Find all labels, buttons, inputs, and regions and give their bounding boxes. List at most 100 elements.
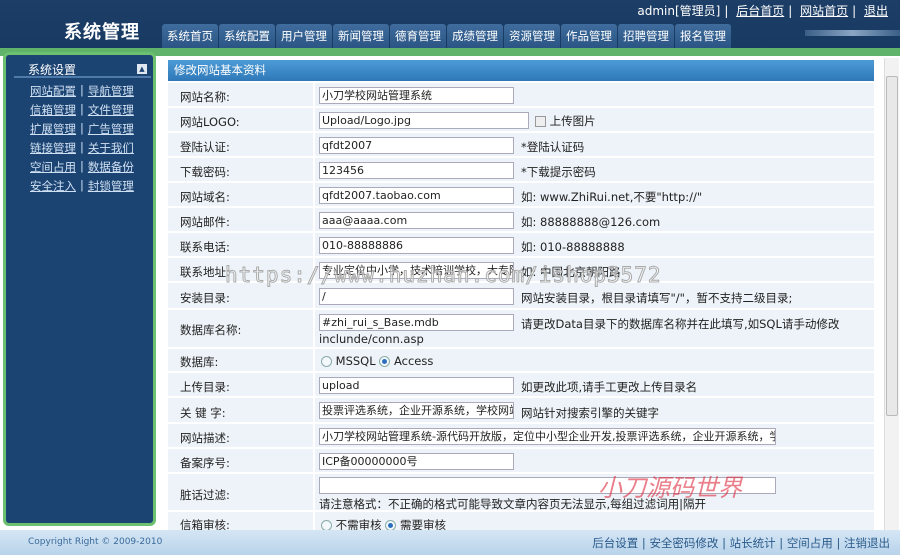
sidebar-item-about[interactable]: 关于我们 <box>88 140 134 156</box>
email-input[interactable]: aaa@aaaa.com <box>319 212 514 229</box>
logout-link[interactable]: 退出 <box>864 4 888 18</box>
sidebar-item-links[interactable]: 链接管理 <box>30 140 76 156</box>
label: 信箱审核: <box>180 518 230 530</box>
hint: 如: 010-88888888 <box>521 240 625 254</box>
sidebar-row: 链接管理 | 关于我们 <box>30 140 134 156</box>
description-input[interactable]: 小刀学校网站管理系统-源代码开放版，定位中小型企业开发,投票评选系统，企业开源系… <box>319 428 776 445</box>
form-row-filter: 脏话过滤: 请注意格式：不正确的格式可能导致文章内容页无法显示,每组过滤词用|隔… <box>168 474 874 512</box>
sidebar-row: 安全注入 | 封锁管理 <box>30 178 134 194</box>
sidebar-item-backup[interactable]: 数据备份 <box>88 159 134 175</box>
footer-logout-link[interactable]: 注销退出 <box>844 536 890 550</box>
collapse-icon[interactable]: ▲ <box>137 64 147 74</box>
sidebar-item-nav[interactable]: 导航管理 <box>88 83 134 99</box>
radio-label: MSSQL <box>335 354 376 368</box>
form-row-keywords: 关 键 字: 投票评选系统，企业开源系统，学校网站系统网站针对搜索引擎的关键字 <box>168 398 874 424</box>
sidebar-item-mailbox[interactable]: 信箱管理 <box>30 102 76 118</box>
form-row-icp: 备案序号: ICP备00000000号 <box>168 449 874 474</box>
sidebar-row: 网站配置 | 导航管理 <box>30 83 134 99</box>
no-audit-radio[interactable] <box>321 520 332 530</box>
sidebar-item-ads[interactable]: 广告管理 <box>88 121 134 137</box>
label: 备案序号: <box>180 456 230 470</box>
tab-grades[interactable]: 成绩管理 <box>447 24 503 48</box>
form-row-db-name: 数据库名称: #zhi_rui_s_Base.mdb 请更改Data目录下的数据库… <box>168 310 874 349</box>
sidebar-item-space[interactable]: 空间占用 <box>30 159 76 175</box>
login-code-input[interactable]: qfdt2007 <box>319 137 514 154</box>
label: 安装目录: <box>180 291 230 305</box>
hint: 如: 中国北京朝阳路 <box>521 265 621 279</box>
form-row-db-type: 数据库: MSSQL Access <box>168 349 874 373</box>
label: 数据库名称: <box>180 323 242 337</box>
tab-users[interactable]: 用户管理 <box>276 24 332 48</box>
form-row-install-dir: 安装目录: / 网站安装目录，根目录请填写"/"，暂不支持二级目录; <box>168 283 874 310</box>
checkbox-label: 上传图片 <box>549 114 596 128</box>
footer-space-link[interactable]: 空间占用 <box>787 536 833 550</box>
form-row-description: 网站描述: 小刀学校网站管理系统-源代码开放版，定位中小型企业开发,投票评选系统… <box>168 424 874 449</box>
sidebar-item-extensions[interactable]: 扩展管理 <box>30 121 76 137</box>
radio-label: 不需审核 <box>335 518 382 530</box>
current-user: admin[管理员] <box>637 4 721 18</box>
scrollbar-thumb[interactable] <box>886 76 898 416</box>
icp-input[interactable]: ICP备00000000号 <box>319 453 514 470</box>
logo-input[interactable]: Upload/Logo.jpg <box>319 112 529 129</box>
label: 上传目录: <box>180 380 230 394</box>
vertical-scrollbar[interactable] <box>884 58 899 530</box>
footer-admin-settings-link[interactable]: 后台设置 <box>592 536 638 550</box>
label: 下载密码: <box>180 165 230 179</box>
label: 关 键 字: <box>180 406 226 420</box>
tab-news[interactable]: 新闻管理 <box>333 24 389 48</box>
keywords-input[interactable]: 投票评选系统，企业开源系统，学校网站系统 <box>319 402 514 419</box>
tab-system-home[interactable]: 系统首页 <box>162 24 218 48</box>
hint: 如: www.ZhiRui.net,不要"http://" <box>521 190 703 204</box>
hint: 请注意格式：不正确的格式可能导致文章内容页无法显示,每组过滤词用|隔开 <box>319 497 707 511</box>
app-title: 系统管理 <box>64 22 140 43</box>
tab-moral-education[interactable]: 德育管理 <box>390 24 446 48</box>
footer-password-link[interactable]: 安全密码修改 <box>649 536 718 550</box>
form-row-login-code: 登陆认证: qfdt2007 *登陆认证码 <box>168 133 874 158</box>
sidebar: 系统设置 ▲ 网站配置 | 导航管理 信箱管理 | 文件管理 扩展管理 | 广告管理 链接管… <box>3 52 156 526</box>
tab-system-config[interactable]: 系统配置 <box>219 24 275 48</box>
sidebar-row: 信箱管理 | 文件管理 <box>30 102 134 118</box>
domain-input[interactable]: qfdt2007.taobao.com <box>319 187 514 204</box>
label: 网站描述: <box>180 431 230 445</box>
footer-links: 后台设置 | 安全密码修改 | 站长统计 | 空间占用 | 注销退出 <box>592 536 890 550</box>
hint: 如更改此项,请手工更改上传目录名 <box>521 380 698 394</box>
hint: *登陆认证码 <box>521 140 585 154</box>
footer-stats-link[interactable]: 站长统计 <box>730 536 776 550</box>
tab-resources[interactable]: 资源管理 <box>504 24 560 48</box>
admin-home-link[interactable]: 后台首页 <box>736 4 784 18</box>
address-input[interactable]: 专业定位中小学，技术培训学校，大专院校 <box>319 262 514 279</box>
upload-dir-input[interactable]: upload <box>319 377 514 394</box>
hint: 网站针对搜索引擎的关键字 <box>521 406 659 420</box>
sidebar-item-injection[interactable]: 安全注入 <box>30 178 76 194</box>
tab-works[interactable]: 作品管理 <box>561 24 617 48</box>
sidebar-row: 扩展管理 | 广告管理 <box>30 121 134 137</box>
hint: *下载提示密码 <box>521 165 596 179</box>
label: 联系地址: <box>180 265 230 279</box>
download-password-input[interactable]: 123456 <box>319 162 514 179</box>
filter-input[interactable] <box>319 477 776 494</box>
sidebar-item-files[interactable]: 文件管理 <box>88 102 134 118</box>
sidebar-divider <box>14 76 151 78</box>
label: 网站LOGO: <box>180 115 240 129</box>
sidebar-item-site-config[interactable]: 网站配置 <box>30 83 76 99</box>
label: 登陆认证: <box>180 140 230 154</box>
tab-registration[interactable]: 报名管理 <box>675 24 731 48</box>
form-row-mail-audit: 信箱审核: 不需审核 需要审核 <box>168 512 874 530</box>
access-radio[interactable] <box>379 356 391 367</box>
radio-label: Access <box>393 354 434 368</box>
site-name-input[interactable]: 小刀学校网站管理系统 <box>319 87 514 104</box>
phone-input[interactable]: 010-88888886 <box>319 237 514 254</box>
header-decoration <box>805 30 900 36</box>
hint: 网站安装目录，根目录请填写"/"，暂不支持二级目录; <box>521 291 793 305</box>
label: 网站域名: <box>180 190 230 204</box>
mssql-radio[interactable] <box>321 356 332 367</box>
header: 系统管理 admin[管理员] | 后台首页 | 网站首页 | 退出 系统首页 系统配… <box>0 0 900 50</box>
upload-image-checkbox[interactable] <box>535 116 546 127</box>
main-nav-tabs: 系统首页 系统配置 用户管理 新闻管理 德育管理 成绩管理 资源管理 作品管理 … <box>162 24 731 48</box>
site-home-link[interactable]: 网站首页 <box>800 4 848 18</box>
audit-radio[interactable] <box>385 520 397 530</box>
tab-recruitment[interactable]: 招聘管理 <box>618 24 674 48</box>
db-name-input[interactable]: #zhi_rui_s_Base.mdb <box>319 314 514 331</box>
install-dir-input[interactable]: / <box>319 288 514 305</box>
sidebar-item-block[interactable]: 封锁管理 <box>88 178 134 194</box>
